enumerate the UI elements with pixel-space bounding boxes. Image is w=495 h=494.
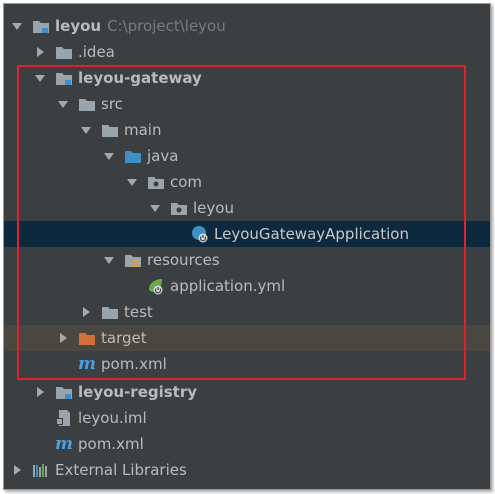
tree-node-leyou-package[interactable]: leyou [4, 195, 490, 221]
source-folder-icon [124, 148, 142, 164]
tree-node-registry[interactable]: leyou-registry [4, 379, 490, 405]
tree-node-label: application.yml [170, 277, 286, 295]
folder-icon [101, 122, 119, 138]
tree-node-target[interactable]: target [4, 325, 490, 351]
tree-node-label: leyou.iml [78, 409, 147, 427]
package-icon [170, 200, 188, 216]
tree-node-resources[interactable]: resources [4, 247, 490, 273]
tree-node-test[interactable]: test [4, 299, 490, 325]
spring-config-icon [147, 278, 165, 295]
chevron-down-icon[interactable] [80, 124, 92, 136]
tree-node-label: main [124, 121, 162, 139]
chevron-down-icon[interactable] [103, 254, 115, 266]
maven-icon: m [78, 354, 96, 374]
tree-node-external-libraries[interactable]: External Libraries [4, 457, 490, 483]
folder-icon [78, 96, 96, 112]
tree-node-iml[interactable]: leyou.iml [4, 405, 490, 431]
module-folder-icon [32, 18, 50, 34]
tree-node-label: LeyouGatewayApplication [214, 225, 409, 243]
tree-node-root-pom[interactable]: m pom.xml [4, 431, 490, 457]
tree-node-idea[interactable]: .idea [4, 39, 490, 65]
libraries-icon [32, 462, 50, 478]
tree-node-label: .idea [78, 43, 115, 61]
tree-node-label: leyou-registry [78, 383, 198, 401]
tree-node-label: resources [147, 251, 220, 269]
tree-node-label: pom.xml [101, 355, 167, 373]
chevron-right-icon[interactable] [80, 306, 92, 318]
resources-folder-icon [124, 252, 142, 268]
tree-node-label: External Libraries [55, 461, 187, 479]
maven-icon: m [55, 434, 73, 454]
project-tree-panel: leyou C:\project\leyou .idea leyou-gatew… [3, 3, 491, 490]
module-folder-icon [55, 384, 73, 400]
maven-glyph: m [55, 434, 73, 454]
tree-node-label: leyou [55, 17, 102, 35]
tree-node-application-yml[interactable]: application.yml [4, 273, 490, 299]
chevron-down-icon[interactable] [149, 202, 161, 214]
tree-node-gateway[interactable]: leyou-gateway [4, 65, 490, 91]
tree-node-label: target [101, 329, 147, 347]
tree-node-root[interactable]: leyou C:\project\leyou [4, 13, 490, 39]
folder-icon [55, 44, 73, 60]
chevron-right-icon[interactable] [57, 332, 69, 344]
tree-node-label: pom.xml [78, 435, 144, 453]
chevron-down-icon[interactable] [34, 72, 46, 84]
chevron-right-icon[interactable] [34, 46, 46, 58]
chevron-down-icon[interactable] [11, 20, 23, 32]
tree-node-src[interactable]: src [4, 91, 490, 117]
spring-boot-class-icon [191, 226, 209, 243]
tree-node-main[interactable]: main [4, 117, 490, 143]
tree-node-label: test [124, 303, 153, 321]
tree-node-path: C:\project\leyou [107, 17, 226, 35]
chevron-right-icon[interactable] [34, 386, 46, 398]
tree-node-gateway-pom[interactable]: m pom.xml [4, 351, 490, 377]
chevron-right-icon[interactable] [11, 464, 23, 476]
excluded-folder-icon [78, 330, 96, 346]
tree-node-com[interactable]: com [4, 169, 490, 195]
tree-node-java[interactable]: java [4, 143, 490, 169]
folder-icon [101, 304, 119, 320]
tree-node-gateway-application[interactable]: LeyouGatewayApplication [4, 221, 490, 247]
tree-node-label: src [101, 95, 123, 113]
tree-node-label: java [147, 147, 179, 165]
iml-file-icon [55, 410, 73, 426]
chevron-down-icon[interactable] [103, 150, 115, 162]
maven-glyph: m [78, 354, 96, 374]
chevron-down-icon[interactable] [126, 176, 138, 188]
tree-node-label: leyou [193, 199, 234, 217]
tree-node-label: com [170, 173, 203, 191]
module-folder-icon [55, 70, 73, 86]
package-icon [147, 174, 165, 190]
chevron-down-icon[interactable] [57, 98, 69, 110]
tree-node-label: leyou-gateway [78, 69, 202, 87]
